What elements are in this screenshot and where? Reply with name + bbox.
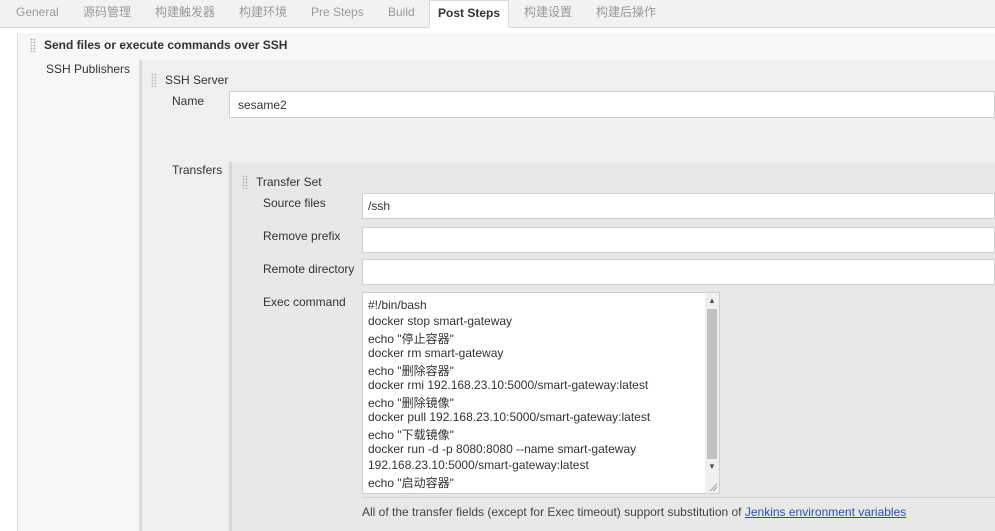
source-files-label: Source files	[263, 196, 326, 210]
jenkins-env-vars-link[interactable]: Jenkins environment variables	[745, 505, 906, 519]
drag-handle-icon[interactable]	[30, 38, 36, 52]
code-line: docker pull 192.168.23.10:5000/smart-gat…	[368, 410, 651, 424]
scroll-down-arrow-icon[interactable]: ▼	[708, 463, 716, 471]
drag-handle-icon[interactable]	[242, 175, 248, 189]
code-line: echo "停止容器"	[368, 332, 454, 346]
tab-build-triggers[interactable]: 构建触发器	[155, 0, 215, 27]
exec-command-label: Exec command	[263, 295, 346, 309]
drag-handle-icon[interactable]	[151, 73, 157, 87]
code-line: docker run -d -p 8080:8080 --name smart-…	[368, 442, 637, 456]
tab-general[interactable]: General	[16, 0, 59, 27]
scroll-up-arrow-icon[interactable]: ▲	[708, 297, 716, 305]
remove-prefix-label: Remove prefix	[263, 229, 341, 243]
tab-pre-steps[interactable]: Pre Steps	[311, 0, 364, 27]
exec-command-textarea[interactable]: #!/bin/bash docker stop smart-gateway ec…	[362, 292, 720, 494]
ssh-publishers-label: SSH Publishers	[46, 62, 131, 76]
ssh-server-title: SSH Server	[165, 73, 229, 87]
code-line: #!/bin/bash	[368, 298, 427, 312]
tab-bar: General 源码管理 构建触发器 构建环境 Pre Steps Build …	[0, 0, 995, 28]
scrollbar-thumb[interactable]	[707, 309, 717, 459]
section-title: Send files or execute commands over SSH	[44, 38, 288, 52]
code-line: echo "删除镜像"	[368, 396, 454, 410]
transfers-label: Transfers	[172, 163, 223, 177]
code-line: 192.168.23.10:5000/smart-gateway:latest	[368, 458, 589, 472]
tab-post-steps[interactable]: Post Steps	[429, 0, 510, 28]
code-line: docker rm smart-gateway	[368, 346, 504, 360]
transfer-set-title: Transfer Set	[256, 175, 322, 189]
tab-build-environment[interactable]: 构建环境	[239, 0, 287, 27]
code-line: echo "启动容器"	[368, 476, 454, 490]
remote-directory-label: Remote directory	[263, 262, 355, 276]
code-line: docker stop smart-gateway	[368, 314, 513, 328]
tab-build[interactable]: Build	[388, 0, 415, 27]
help-text: All of the transfer fields (except for E…	[362, 505, 906, 519]
code-line: echo "下载镜像"	[368, 428, 454, 442]
resize-grip-icon[interactable]	[708, 482, 718, 492]
code-line: docker rmi 192.168.23.10:5000/smart-gate…	[368, 378, 649, 392]
tab-source-control[interactable]: 源码管理	[83, 0, 131, 27]
remote-directory-input[interactable]	[362, 259, 995, 285]
code-line: echo "删除容器"	[368, 364, 454, 378]
help-divider	[362, 497, 995, 498]
ssh-server-name-select[interactable]: sesame2	[229, 91, 995, 118]
remove-prefix-input[interactable]	[362, 227, 995, 253]
textarea-scrollbar[interactable]: ▲ ▼	[705, 293, 719, 493]
tab-post-build-actions[interactable]: 构建后操作	[596, 0, 656, 27]
name-label: Name	[172, 94, 205, 108]
tab-build-settings[interactable]: 构建设置	[524, 0, 572, 27]
help-text-body: All of the transfer fields (except for E…	[362, 505, 745, 519]
source-files-input[interactable]: /ssh	[362, 193, 995, 219]
